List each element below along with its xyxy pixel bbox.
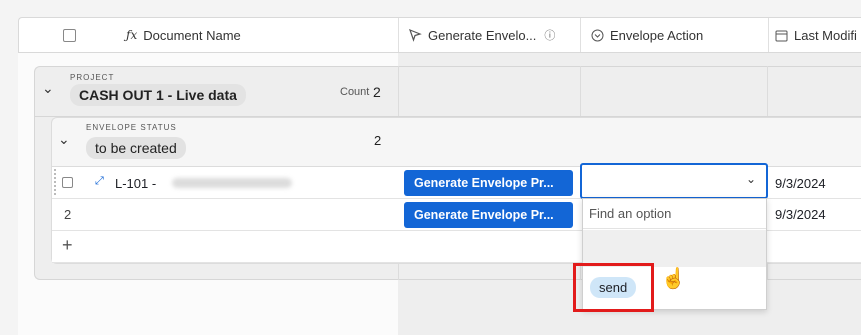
header-doc-name-label: Document Name — [143, 27, 241, 43]
row-number: 2 — [64, 207, 72, 222]
header-generate[interactable]: Generate Envelo... ⓘ — [399, 18, 581, 52]
status-label: ENVELOPE STATUS — [86, 123, 177, 132]
status-name-pill: to be created — [86, 137, 186, 159]
cursor-icon — [409, 28, 422, 42]
row-doc-name[interactable]: L-101 - — [115, 176, 156, 191]
project-count-label: Count — [340, 86, 370, 98]
header-generate-label: Generate Envelo... — [428, 27, 537, 43]
select-all-checkbox[interactable] — [63, 28, 76, 42]
redacted-text — [172, 178, 292, 188]
info-icon[interactable]: ⓘ — [544, 27, 555, 43]
project-name: CASH OUT 1 - Live data — [70, 84, 246, 106]
row-date: 9/3/2024 — [775, 176, 826, 191]
calendar-icon — [775, 30, 788, 41]
option-search-input[interactable]: Find an option — [589, 206, 671, 221]
hand-cursor-icon: ☝ — [661, 268, 686, 290]
collapse-project-icon[interactable]: ⌄ — [42, 80, 54, 97]
expand-icon[interactable]: ⤢ — [95, 175, 104, 188]
status-name: to be created — [86, 137, 186, 159]
formula-icon: ƒx — [126, 28, 138, 42]
row-date: 9/3/2024 — [775, 207, 826, 222]
add-row-icon[interactable]: + — [62, 235, 73, 256]
chevron-down-icon[interactable]: ⌄ — [746, 172, 756, 186]
project-label: PROJECT — [70, 73, 115, 82]
status-count: 2 — [374, 133, 382, 148]
generate-envelope-button[interactable]: Generate Envelope Pr... — [404, 202, 573, 228]
dropdown-circle-icon — [591, 29, 604, 41]
option-empty[interactable] — [583, 230, 766, 267]
header-last-modified[interactable]: Last Modifi — [769, 18, 861, 52]
project-count: 2 — [373, 84, 381, 100]
generate-envelope-button[interactable]: Generate Envelope Pr... — [404, 170, 573, 196]
row-checkbox[interactable] — [62, 177, 73, 188]
header-envelope-action-label: Envelope Action — [610, 27, 704, 43]
header-doc-name[interactable]: ƒx Document Name — [19, 18, 399, 52]
header-envelope-action[interactable]: Envelope Action — [581, 18, 769, 52]
highlight-box — [573, 263, 654, 312]
drag-handle[interactable] — [54, 169, 59, 195]
collapse-status-icon[interactable]: ⌄ — [58, 131, 70, 148]
header-last-modified-label: Last Modifi — [794, 27, 857, 43]
table-header: ƒx Document Name Generate Envelo... ⓘ En… — [18, 17, 861, 53]
envelope-action-select[interactable] — [580, 163, 768, 199]
project-name-pill: CASH OUT 1 - Live data — [70, 84, 246, 106]
